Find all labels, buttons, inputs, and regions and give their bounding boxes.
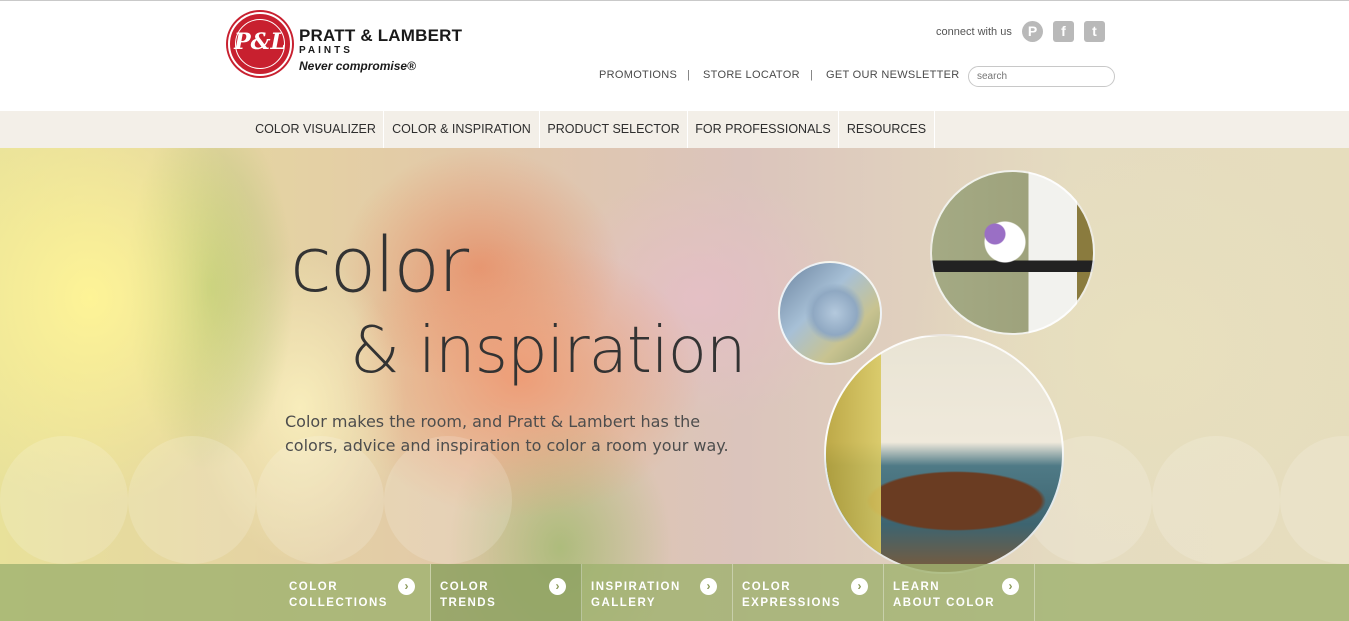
tile-color-collections[interactable]: COLOR COLLECTIONS ›: [280, 564, 431, 621]
hero-title-line1: color: [290, 220, 469, 309]
brand-subname: PAINTS: [299, 45, 353, 56]
tile-label: COLOR COLLECTIONS: [289, 581, 388, 609]
pinterest-icon[interactable]: P: [1022, 21, 1043, 42]
tile-inspiration-gallery[interactable]: INSPIRATION GALLERY ›: [582, 564, 733, 621]
decor-bubble: [0, 436, 128, 564]
brand-name: PRATT & LAMBERT: [299, 26, 463, 45]
nav-item-color-inspiration[interactable]: COLOR & INSPIRATION: [384, 111, 540, 148]
tile-label: INSPIRATION GALLERY: [591, 581, 681, 609]
connect-label: connect with us: [936, 26, 1012, 38]
arrow-right-icon: ›: [549, 578, 566, 595]
decor-bubble: [1152, 436, 1280, 564]
brand-logo[interactable]: P&L PRATT & LAMBERT PAINTS Never comprom…: [228, 12, 468, 78]
arrow-right-icon: ›: [1002, 578, 1019, 595]
nav-item-product-selector[interactable]: PRODUCT SELECTOR: [540, 111, 688, 148]
site-header: P&L PRATT & LAMBERT PAINTS Never comprom…: [0, 0, 1349, 111]
tile-learn-about-color[interactable]: LEARN ABOUT COLOR ›: [884, 564, 1035, 621]
vase-photo-circle: [930, 170, 1095, 335]
search-input[interactable]: [968, 66, 1115, 87]
tile-color-trends[interactable]: COLOR TRENDS ›: [431, 564, 582, 621]
main-nav: COLOR VISUALIZER COLOR & INSPIRATION PRO…: [0, 111, 1349, 148]
newsletter-link[interactable]: GET OUR NEWSLETTER: [826, 69, 960, 81]
nav-item-color-visualizer[interactable]: COLOR VISUALIZER: [248, 111, 384, 148]
store-locator-link[interactable]: STORE LOCATOR: [703, 69, 800, 81]
brand-tagline: Never compromise®: [299, 59, 416, 73]
arrow-right-icon: ›: [398, 578, 415, 595]
twitter-icon[interactable]: t: [1084, 21, 1105, 42]
facebook-icon[interactable]: f: [1053, 21, 1074, 42]
top-rule: [0, 0, 1349, 1]
decor-bubble: [128, 436, 256, 564]
link-separator: |: [687, 69, 690, 81]
hero-title-line2: & inspiration: [350, 314, 746, 388]
feature-tiles: COLOR COLLECTIONS › COLOR TRENDS › INSPI…: [0, 564, 1349, 621]
hero-banner: color & inspiration Color makes the room…: [0, 148, 1349, 621]
arrow-right-icon: ›: [700, 578, 717, 595]
decor-bubble: [1280, 436, 1349, 564]
promotions-link[interactable]: PROMOTIONS: [599, 69, 677, 81]
tile-label: LEARN ABOUT COLOR: [893, 581, 996, 609]
nav-item-resources[interactable]: RESOURCES: [839, 111, 935, 148]
logo-monogram: P&L: [234, 29, 286, 55]
logo-seal-icon: P&L: [228, 12, 292, 76]
arrow-right-icon: ›: [851, 578, 868, 595]
dining-room-photo-circle: [824, 334, 1064, 574]
hero-description: Color makes the room, and Pratt & Lamber…: [285, 412, 729, 455]
link-separator: |: [810, 69, 813, 81]
tile-label: COLOR EXPRESSIONS: [742, 581, 841, 609]
tile-color-expressions[interactable]: COLOR EXPRESSIONS ›: [733, 564, 884, 621]
nav-item-for-professionals[interactable]: FOR PROFESSIONALS: [688, 111, 839, 148]
tile-label: COLOR TRENDS: [440, 581, 497, 609]
